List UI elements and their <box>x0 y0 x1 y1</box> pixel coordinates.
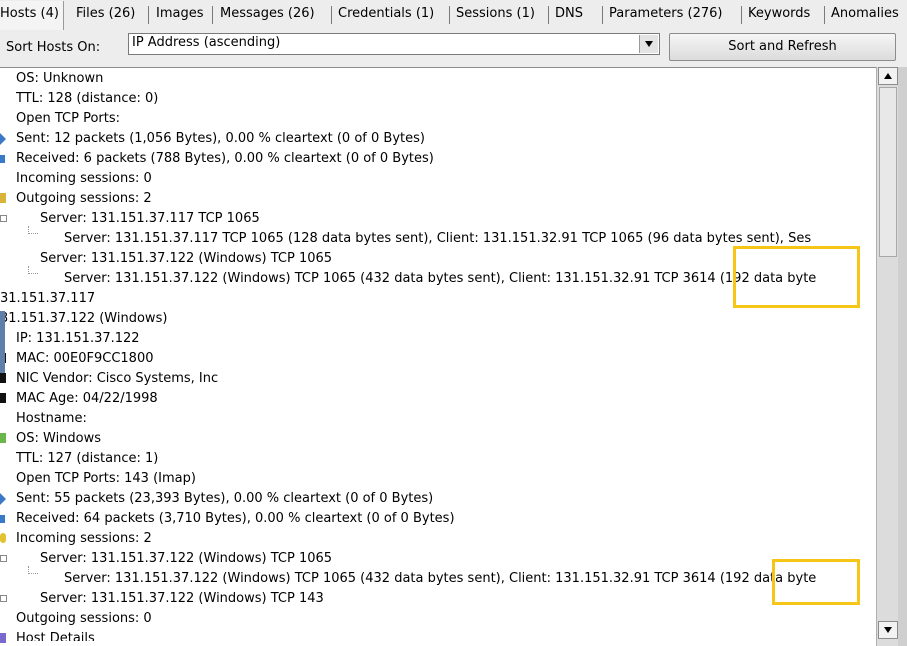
tree-node[interactable]: Host Details <box>16 629 95 641</box>
right-panel-edge <box>898 67 907 646</box>
tree-node[interactable]: Outgoing sessions: 2 <box>16 189 152 209</box>
tree-connector <box>28 226 38 234</box>
tree-node[interactable]: MAC: 00E0F9CC1800 <box>16 349 153 369</box>
scroll-down-button[interactable] <box>878 621 898 639</box>
tree-node[interactable]: Open TCP Ports: 143 (Imap) <box>16 469 196 489</box>
tab-separator <box>824 6 825 24</box>
tree-node[interactable]: Sent: 55 packets (23,393 Bytes), 0.00 % … <box>16 489 433 509</box>
tree-node[interactable]: TTL: 128 (distance: 0) <box>16 89 158 109</box>
tree-node[interactable]: Server: 131.151.37.122 (Windows) TCP 106… <box>40 249 332 269</box>
tree-node[interactable]: Outgoing sessions: 0 <box>16 609 152 629</box>
host-details-icon <box>0 633 6 643</box>
tree-node[interactable]: Server: 131.151.37.117 TCP 1065 (128 dat… <box>64 229 811 249</box>
sent-arrow-icon <box>0 133 6 145</box>
tab-images[interactable]: Images <box>156 3 204 28</box>
arrow-up-icon <box>884 73 892 79</box>
dropdown-button[interactable] <box>639 35 658 53</box>
arrow-down-icon <box>884 627 892 633</box>
tab-credentials[interactable]: Credentials (1) <box>338 3 434 28</box>
tab-sessions[interactable]: Sessions (1) <box>456 3 535 28</box>
expander-icon[interactable] <box>0 215 7 222</box>
tree-node[interactable]: Received: 64 packets (3,710 Bytes), 0.00… <box>16 509 455 529</box>
tab-keywords[interactable]: Keywords <box>748 3 810 28</box>
sort-hosts-label: Sort Hosts On: <box>6 40 101 55</box>
highlight-box <box>772 559 860 605</box>
tab-separator <box>741 6 742 24</box>
tree-node[interactable]: Received: 6 packets (788 Bytes), 0.00 % … <box>16 149 434 169</box>
tab-files[interactable]: Files (26) <box>76 3 135 28</box>
tab-messages[interactable]: Messages (26) <box>220 3 315 28</box>
tab-separator <box>148 6 149 24</box>
sort-toolbar: Sort Hosts On: IP Address (ascending) So… <box>0 30 907 66</box>
tree-node-host[interactable]: 31.151.37.117 <box>0 289 95 309</box>
sent-arrow-icon <box>0 493 6 505</box>
tab-strip: Hosts (4) Files (26) Images Messages (26… <box>0 0 907 30</box>
tree-node[interactable]: Incoming sessions: 2 <box>16 529 152 549</box>
tree-node[interactable]: Hostname: <box>16 409 87 429</box>
scroll-up-button[interactable] <box>878 67 898 85</box>
tab-anomalies[interactable]: Anomalies <box>831 3 899 28</box>
sort-order-select[interactable]: IP Address (ascending) <box>128 33 660 55</box>
tree-node[interactable]: Server: 131.151.37.122 (Windows) TCP 106… <box>40 549 332 569</box>
sort-and-refresh-button[interactable]: Sort and Refresh <box>669 33 896 61</box>
mac-age-icon <box>0 393 6 403</box>
vertical-scrollbar[interactable] <box>876 67 898 646</box>
hosts-tree[interactable]: OS: Unknown TTL: 128 (distance: 0) Open … <box>0 67 876 646</box>
tree-node[interactable]: Sent: 12 packets (1,056 Bytes), 0.00 % c… <box>16 129 425 149</box>
expander-icon[interactable] <box>0 555 7 562</box>
expander-icon[interactable] <box>0 595 7 602</box>
nic-icon <box>0 373 6 383</box>
received-icon <box>0 515 5 523</box>
tree-node[interactable]: Incoming sessions: 0 <box>16 169 152 189</box>
tree-node[interactable]: Server: 131.151.37.122 (Windows) TCP 106… <box>64 269 816 289</box>
received-icon <box>0 155 5 163</box>
tab-separator <box>449 6 450 24</box>
tab-parameters[interactable]: Parameters (276) <box>609 3 723 28</box>
splitter-handle[interactable] <box>0 311 5 373</box>
tree-node[interactable]: OS: Windows <box>16 429 101 449</box>
tree-node[interactable]: Server: 131.151.37.122 (Windows) TCP 143 <box>40 589 324 609</box>
scroll-thumb[interactable] <box>879 87 897 257</box>
tab-separator <box>212 6 213 24</box>
tree-node-host[interactable]: 31.151.37.122 (Windows) <box>0 309 167 329</box>
outgoing-icon <box>0 193 6 203</box>
incoming-icon <box>0 533 6 543</box>
chevron-down-icon <box>645 41 653 47</box>
os-icon <box>0 433 6 443</box>
tree-connector <box>28 266 38 274</box>
sort-order-value: IP Address (ascending) <box>132 35 281 50</box>
tree-node[interactable]: Server: 131.151.37.122 (Windows) TCP 106… <box>64 569 816 589</box>
highlight-box <box>733 246 860 308</box>
tree-connector <box>28 566 38 574</box>
tab-separator <box>548 6 549 24</box>
tree-node[interactable]: TTL: 127 (distance: 1) <box>16 449 158 469</box>
tab-separator <box>331 6 332 24</box>
tab-hosts[interactable]: Hosts (4) <box>0 1 64 30</box>
tree-node[interactable]: Server: 131.151.37.117 TCP 1065 <box>40 209 260 229</box>
tree-node[interactable]: MAC Age: 04/22/1998 <box>16 389 158 409</box>
tree-node[interactable]: Open TCP Ports: <box>16 109 120 129</box>
tree-node[interactable]: OS: Unknown <box>16 69 103 89</box>
tab-dns[interactable]: DNS <box>555 3 583 28</box>
tree-node[interactable]: IP: 131.151.37.122 <box>16 329 140 349</box>
tab-separator <box>602 6 603 24</box>
tree-node[interactable]: NIC Vendor: Cisco Systems, Inc <box>16 369 218 389</box>
